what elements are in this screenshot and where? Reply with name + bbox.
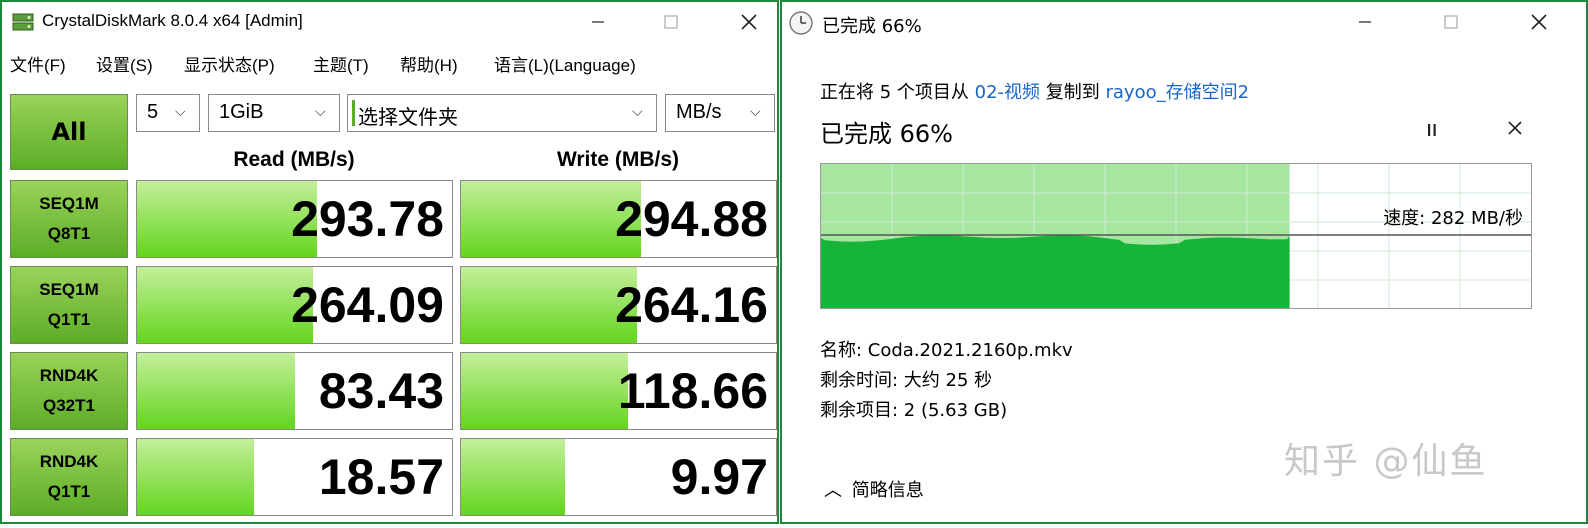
read-result-bar — [137, 267, 314, 343]
chevron-down-icon: ⌵ — [315, 103, 326, 119]
close-button[interactable] — [1516, 2, 1562, 42]
folder-value: 选择文件夹 — [358, 107, 458, 129]
close-icon — [1531, 14, 1547, 30]
speed-graph-svg — [821, 164, 1531, 308]
title-bar[interactable]: CrystalDiskMark 8.0.4 x64 [Admin] — [2, 2, 777, 42]
row-label-line2: Q32T1 — [43, 396, 95, 415]
watermark: 知乎 @仙鱼 — [1284, 441, 1488, 482]
read-result-cell: 293.78 — [136, 180, 453, 258]
progress-status: 已完成 66% — [820, 120, 953, 148]
close-icon — [1508, 121, 1522, 135]
window-title: 已完成 66% — [822, 16, 922, 37]
write-result-value: 9.97 — [670, 449, 768, 505]
write-result-bar — [461, 439, 565, 515]
menu-bar: 文件(F) 设置(S) 显示状态(P) 主题(T) 帮助(H) 语言(L)(La… — [2, 46, 777, 80]
write-result-bar — [461, 181, 641, 257]
write-result-value: 294.88 — [615, 191, 768, 247]
speed-graph: 速度: 282 MB/秒 — [820, 163, 1532, 309]
menu-language[interactable]: 语言(L)(Language) — [494, 51, 636, 76]
test-size-select[interactable]: 1GiB ⌵ — [208, 94, 340, 132]
window-title: CrystalDiskMark 8.0.4 x64 [Admin] — [42, 11, 303, 30]
read-result-cell: 83.43 — [136, 352, 453, 430]
minimize-icon — [592, 21, 604, 23]
read-result-value: 293.78 — [291, 191, 444, 247]
read-result-bar — [137, 181, 317, 257]
menu-settings[interactable]: 设置(S) — [96, 51, 153, 76]
test-count-value: 5 — [147, 101, 159, 123]
copy-description: 正在将 5 个项目从 02-视频 复制到 rayoo_存储空间2 — [820, 78, 1249, 104]
menu-file[interactable]: 文件(F) — [10, 51, 66, 76]
copy-mid: 复制到 — [1040, 82, 1106, 103]
close-button[interactable] — [726, 2, 772, 42]
menu-profile[interactable]: 显示状态(P) — [184, 51, 275, 76]
clock-icon — [789, 11, 813, 35]
row-label-line1: RND4K — [39, 452, 99, 471]
write-result-value: 264.16 — [615, 277, 768, 333]
write-result-cell: 264.16 — [460, 266, 777, 344]
fewer-details-label: 简略信息 — [851, 480, 924, 501]
drive-marker — [352, 100, 355, 126]
read-result-value: 264.09 — [291, 277, 444, 333]
test-rnd4k-q1t1-button[interactable]: RND4K Q1T1 — [10, 438, 128, 516]
items-remaining: 剩余项目: 2 (5.63 GB) — [820, 400, 1008, 421]
all-button-label: All — [51, 118, 87, 146]
maximize-button[interactable] — [1428, 2, 1474, 42]
minimize-button[interactable] — [575, 2, 621, 42]
disk-app-icon — [12, 13, 34, 31]
unit-select[interactable]: MB/s ⌵ — [665, 94, 775, 132]
menu-help[interactable]: 帮助(H) — [400, 51, 458, 76]
write-result-value: 118.66 — [617, 363, 768, 419]
row-label-line2: Q1T1 — [47, 482, 91, 501]
test-count-select[interactable]: 5 ⌵ — [136, 94, 200, 132]
chevron-down-icon: ⌵ — [750, 103, 761, 119]
read-result-bar — [137, 439, 254, 515]
write-header: Write (MB/s) — [556, 148, 680, 171]
minimize-icon — [1359, 21, 1371, 23]
read-result-cell: 18.57 — [136, 438, 453, 516]
all-button[interactable]: All — [10, 94, 128, 170]
read-header: Read (MB/s) — [233, 148, 355, 171]
maximize-icon — [664, 15, 678, 29]
menu-theme[interactable]: 主题(T) — [313, 51, 369, 76]
chevron-up-icon: ︿ — [824, 480, 842, 501]
pause-button[interactable] — [1422, 120, 1446, 144]
fewer-details-button[interactable]: ︿ 简略信息 — [824, 476, 924, 502]
maximize-button[interactable] — [648, 2, 694, 42]
source-folder-link[interactable]: 02-视频 — [975, 82, 1040, 103]
minimize-button[interactable] — [1342, 2, 1388, 42]
row-label-line2: Q8T1 — [47, 224, 91, 243]
test-rnd4k-q32t1-button[interactable]: RND4K Q32T1 — [10, 352, 128, 430]
crystaldiskmark-window: CrystalDiskMark 8.0.4 x64 [Admin] 文件(F) … — [0, 0, 779, 524]
row-label-line1: RND4K — [39, 366, 99, 385]
row-label-line2: Q1T1 — [47, 310, 91, 329]
file-name: 名称: Coda.2021.2160p.mkv — [820, 340, 1073, 361]
test-size-value: 1GiB — [219, 101, 264, 123]
maximize-icon — [1444, 15, 1458, 29]
cancel-button[interactable] — [1506, 118, 1530, 142]
row-label-line1: SEQ1M — [39, 194, 99, 213]
speed-area — [821, 235, 1290, 308]
write-result-bar — [461, 267, 638, 343]
read-result-bar — [137, 353, 295, 429]
test-seq1m-q1t1-button[interactable]: SEQ1M Q1T1 — [10, 266, 128, 344]
time-remaining: 剩余时间: 大约 25 秒 — [820, 370, 993, 391]
test-seq1m-q8t1-button[interactable]: SEQ1M Q8T1 — [10, 180, 128, 258]
write-result-cell: 9.97 — [460, 438, 777, 516]
pause-icon — [1428, 124, 1436, 136]
chevron-down-icon: ⌵ — [632, 103, 643, 119]
write-result-cell: 118.66 — [460, 352, 777, 430]
folder-select[interactable]: 选择文件夹 ⌵ — [347, 94, 657, 132]
unit-value: MB/s — [676, 101, 722, 123]
close-icon — [741, 14, 757, 30]
chevron-down-icon: ⌵ — [175, 103, 186, 119]
read-result-value: 83.43 — [318, 363, 444, 419]
copy-prefix: 正在将 5 个项目从 — [820, 82, 975, 103]
read-result-value: 18.57 — [318, 449, 444, 505]
write-result-bar — [461, 353, 628, 429]
destination-folder-link[interactable]: rayoo_存储空间2 — [1105, 82, 1249, 103]
speed-label: 速度: 282 MB/秒 — [1383, 208, 1523, 229]
row-label-line1: SEQ1M — [39, 280, 99, 299]
read-result-cell: 264.09 — [136, 266, 453, 344]
write-result-cell: 294.88 — [460, 180, 777, 258]
